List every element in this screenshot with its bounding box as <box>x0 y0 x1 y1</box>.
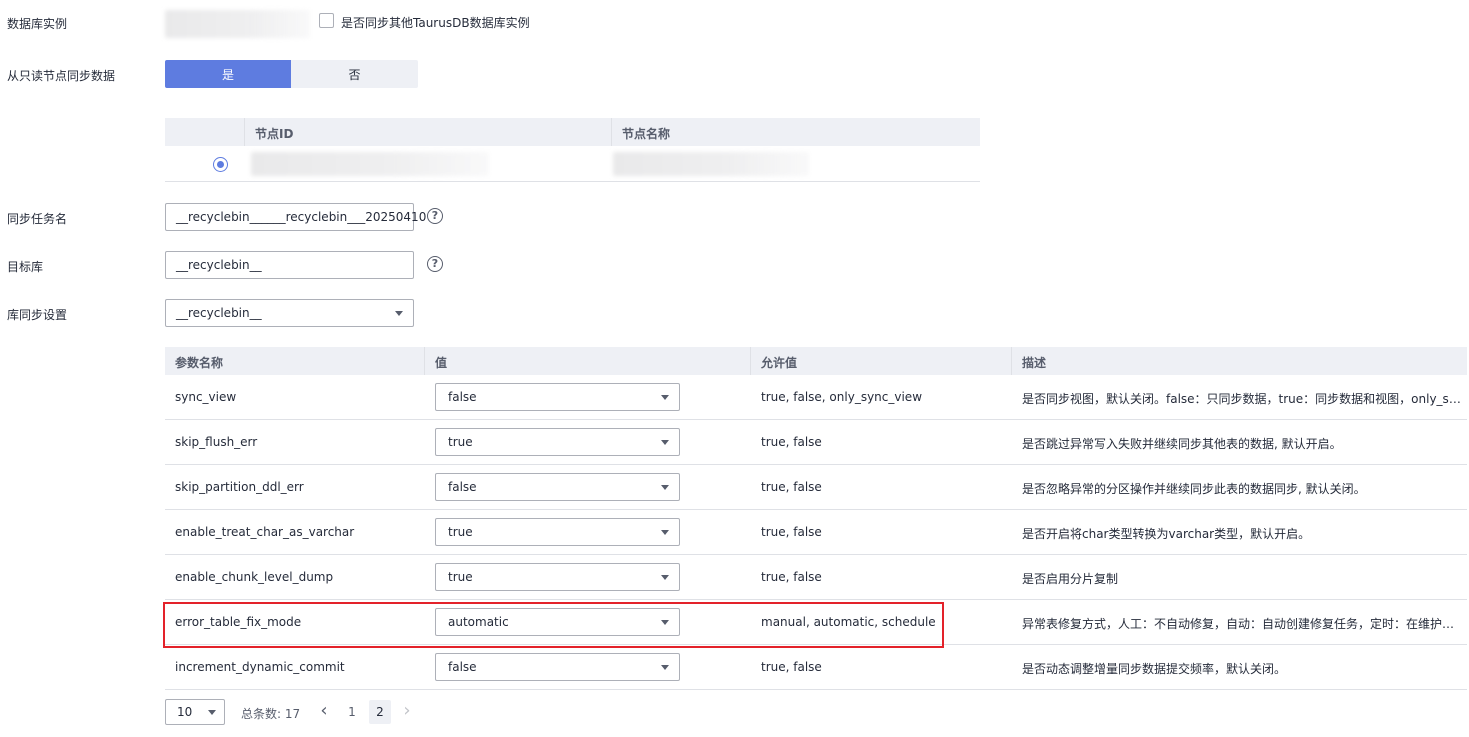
param-name: skip_flush_err <box>175 435 258 449</box>
param-value-select[interactable]: false <box>435 473 680 501</box>
db-instance-value-redacted <box>165 10 310 38</box>
prev-page-button[interactable]: ‹ <box>313 700 335 724</box>
param-value: false <box>448 480 477 494</box>
param-allowed: true, false <box>761 480 822 494</box>
table-row: skip_partition_ddl_err false true, false… <box>165 465 1467 510</box>
chevron-down-icon <box>661 530 669 535</box>
param-table-header: 参数名称 值 允许值 描述 <box>165 347 1467 375</box>
node-row[interactable] <box>165 146 980 182</box>
readonly-toggle-no[interactable]: 否 <box>291 60 418 88</box>
task-name-input[interactable]: __recyclebin______recyclebin___20250410 <box>165 203 426 231</box>
param-name: enable_treat_char_as_varchar <box>175 525 355 539</box>
param-value-select[interactable]: true <box>435 518 680 546</box>
page-1-button[interactable]: 1 <box>341 700 363 724</box>
node-table: 节点ID 节点名称 <box>165 118 980 182</box>
param-desc-header: 描述 <box>1022 356 1047 370</box>
param-value-select[interactable]: true <box>435 428 680 456</box>
chevron-down-icon <box>661 485 669 490</box>
task-name-help-icon[interactable]: ? <box>427 208 443 224</box>
param-desc: 是否忽略异常的分区操作并继续同步此表的数据同步, 默认关闭。 <box>1022 482 1366 496</box>
page-size-select[interactable]: 10 <box>165 699 225 725</box>
chevron-down-icon <box>661 575 669 580</box>
node-table-header: 节点ID 节点名称 <box>165 118 980 146</box>
chevron-down-icon <box>208 710 216 715</box>
param-allowed: true, false <box>761 570 822 584</box>
param-value: false <box>448 390 477 404</box>
target-db-label: 目标库 <box>7 260 44 274</box>
target-db-help-icon[interactable]: ? <box>427 256 443 272</box>
db-sync-settings-label: 库同步设置 <box>7 308 68 322</box>
param-allowed: true, false <box>761 660 822 674</box>
param-value-header: 值 <box>435 356 448 370</box>
param-desc: 异常表修复方式，人工：不自动修复，自动：自动创建修复任务，定时：在维护窗口内修复 <box>1022 617 1462 631</box>
table-row: enable_treat_char_as_varchar true true, … <box>165 510 1467 555</box>
chevron-down-icon <box>661 440 669 445</box>
sync-other-checkbox[interactable] <box>319 13 334 28</box>
highlight-box <box>163 602 944 648</box>
param-desc: 是否开启将char类型转换为varchar类型，默认开启。 <box>1022 527 1311 541</box>
db-sync-select[interactable]: __recyclebin__ <box>165 299 414 327</box>
chevron-down-icon <box>661 665 669 670</box>
param-allowed: true, false, only_sync_view <box>761 390 923 404</box>
param-value: false <box>448 660 477 674</box>
param-name-header: 参数名称 <box>175 356 224 370</box>
param-value-select[interactable]: false <box>435 653 680 681</box>
page-2-button[interactable]: 2 <box>369 700 391 724</box>
param-name: skip_partition_ddl_err <box>175 480 304 494</box>
sync-other-checkbox-label: 是否同步其他TaurusDB数据库实例 <box>341 16 530 30</box>
node-radio[interactable] <box>213 157 228 172</box>
target-db-input[interactable]: __recyclebin__ <box>165 251 414 279</box>
db-sync-select-value: __recyclebin__ <box>176 306 262 320</box>
table-row: skip_flush_err true true, false 是否跳过异常写入… <box>165 420 1467 465</box>
sync-from-readonly-label: 从只读节点同步数据 <box>7 69 116 83</box>
node-id-redacted <box>251 152 489 176</box>
param-name: increment_dynamic_commit <box>175 660 345 674</box>
table-row: enable_chunk_level_dump true true, false… <box>165 555 1467 600</box>
node-name-header: 节点名称 <box>622 127 671 141</box>
param-name: sync_view <box>175 390 237 404</box>
param-value-select[interactable]: true <box>435 563 680 591</box>
param-allowed: true, false <box>761 525 822 539</box>
param-value: true <box>448 570 473 584</box>
db-instance-label: 数据库实例 <box>7 17 68 31</box>
param-value-select[interactable]: false <box>435 383 680 411</box>
param-name: enable_chunk_level_dump <box>175 570 334 584</box>
node-name-redacted <box>613 152 809 176</box>
task-name-label: 同步任务名 <box>7 212 68 226</box>
param-value: true <box>448 525 473 539</box>
chevron-down-icon <box>661 395 669 400</box>
param-allowed: true, false <box>761 435 822 449</box>
chevron-down-icon <box>395 311 403 316</box>
node-id-header: 节点ID <box>255 127 294 141</box>
param-desc: 是否动态调整增量同步数据提交频率，默认关闭。 <box>1022 662 1287 676</box>
page-size-value: 10 <box>177 705 193 719</box>
total-count: 总条数: 17 <box>241 707 301 721</box>
table-row: sync_view false true, false, only_sync_v… <box>165 375 1467 420</box>
param-desc: 是否同步视图，默认关闭。false：只同步数据，true：同步数据和视图，onl… <box>1022 392 1462 406</box>
param-allowed-header: 允许值 <box>761 356 798 370</box>
readonly-toggle-yes[interactable]: 是 <box>165 60 291 88</box>
table-row: increment_dynamic_commit false true, fal… <box>165 645 1467 690</box>
param-value: true <box>448 435 473 449</box>
next-page-button[interactable]: › <box>396 700 418 724</box>
param-desc: 是否跳过异常写入失败并继续同步其他表的数据, 默认开启。 <box>1022 437 1342 451</box>
param-desc: 是否启用分片复制 <box>1022 572 1119 586</box>
